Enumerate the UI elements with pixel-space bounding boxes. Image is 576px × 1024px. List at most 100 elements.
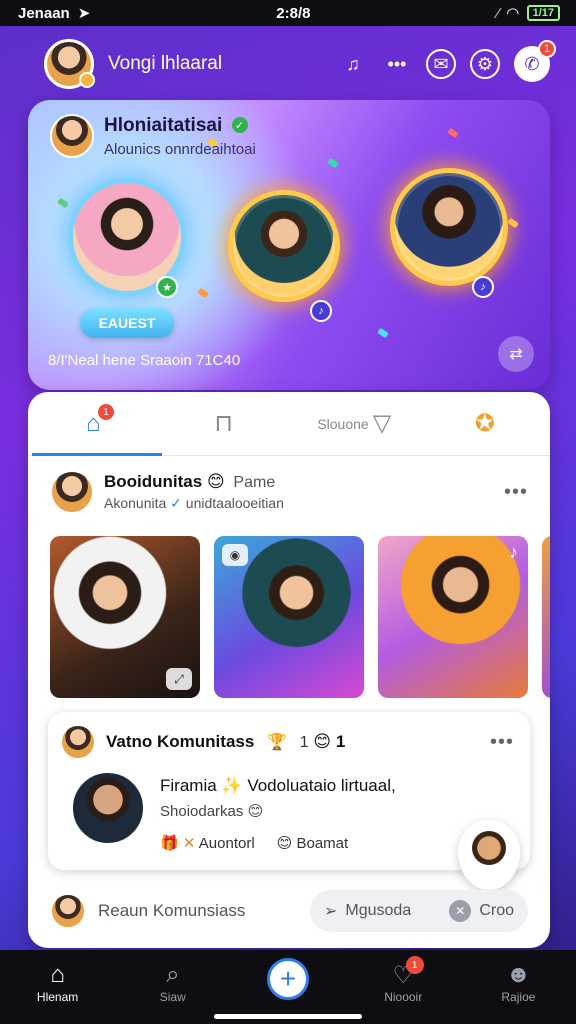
- hero-cta-button[interactable]: EAUEST: [80, 308, 174, 338]
- verified-icon: ✓: [231, 117, 248, 134]
- card-title: Vatno Komunitass: [106, 732, 255, 751]
- nav-badge: 1: [405, 956, 424, 974]
- post-subtitle-extra: unidtaalooeitian: [185, 495, 284, 511]
- more-icon[interactable]: •••: [382, 49, 412, 79]
- tab-slouone[interactable]: Slouone ▽: [289, 392, 420, 455]
- location-arrow-icon: ➤: [77, 5, 91, 22]
- home-indicator: [214, 1014, 362, 1019]
- member-avatar[interactable]: [70, 770, 146, 846]
- gallery-photo[interactable]: ♪: [378, 536, 528, 698]
- music-icon[interactable]: ♫: [338, 49, 368, 79]
- more-options-icon[interactable]: •••: [490, 731, 514, 754]
- nav-notifications-label: Nioooir: [384, 990, 423, 1004]
- user-icon: ☻: [505, 961, 532, 988]
- hero-photo-boy[interactable]: [228, 190, 340, 302]
- post-avatar[interactable]: [50, 470, 94, 514]
- wifi-icon: ◠: [507, 5, 519, 22]
- card-action-1-label: Auontorl: [198, 835, 255, 852]
- emoji-icon: 😊: [313, 732, 332, 751]
- mail-icon[interactable]: ✉: [426, 49, 456, 79]
- notification-badge: 1: [538, 40, 556, 58]
- notifications-button[interactable]: ✆ 1: [514, 40, 556, 82]
- bottom-nav: ⌂ Hlenam ⌕ Siaw + ♡ 1 Nioooir ☻ Rajioe: [0, 950, 576, 1024]
- post-title: Booidunitas: [104, 472, 203, 491]
- nav-create[interactable]: +: [230, 958, 345, 1000]
- gallery-photo[interactable]: ⤢: [50, 536, 200, 698]
- community-card[interactable]: Vatno Komunitass 🏆 1 😊 1 ••• Firamia ✨ V…: [48, 712, 530, 890]
- card-action-1[interactable]: 🎁 ✕ Auontorl: [160, 834, 255, 852]
- comment-button-label: Mgusoda: [345, 902, 412, 919]
- hero-share-button[interactable]: ⇄: [498, 336, 534, 372]
- card-avatar[interactable]: [60, 724, 96, 760]
- tab-label: Slouone: [317, 415, 369, 432]
- user-avatar[interactable]: [44, 39, 95, 89]
- send-icon: ➢: [324, 903, 338, 920]
- expand-icon[interactable]: ⤢: [166, 668, 192, 690]
- card-line2: Shoiodarkas: [160, 803, 244, 820]
- tab-home[interactable]: ⌂ 1: [28, 392, 159, 455]
- user-name: Vongi lhlaaral: [108, 53, 223, 74]
- card-action-2[interactable]: 😊 Boamat: [277, 834, 349, 852]
- emoji-icon: 😊: [206, 472, 225, 491]
- active-tab-indicator: [32, 453, 162, 456]
- trash-icon: ▽: [372, 410, 392, 437]
- card-title-extra: 1: [299, 734, 309, 751]
- status-bar: Jenaan ➤ 2:8/8 ⁄ ◠ 1/17: [0, 0, 576, 26]
- hero-subtitle: Alounics: [104, 140, 161, 158]
- cross-icon: ✕: [182, 835, 196, 852]
- confetti-decor: [377, 327, 389, 339]
- tab-award[interactable]: ✪: [420, 392, 551, 455]
- award-icon: ✪: [474, 410, 495, 437]
- more-options-icon[interactable]: •••: [504, 481, 528, 504]
- feed-tabs: ⌂ 1 ⊓ Slouone ▽ ✪: [28, 392, 550, 456]
- photo-gallery: ⤢ ◉ ♪: [50, 536, 550, 698]
- card-title-extra2: 1: [335, 732, 346, 751]
- hero-subtitle-extra: onnrdeaihtoai: [164, 140, 256, 158]
- feed-panel: ⌂ 1 ⊓ Slouone ▽ ✪ Booidunitas 😊 Pame Ako…: [28, 392, 550, 948]
- card-action-2-label: Boamat: [296, 835, 349, 852]
- carrier-label: Jenaan: [18, 4, 70, 22]
- gallery-photo[interactable]: [542, 536, 550, 698]
- hero-title: Hloniaitatisai: [104, 114, 223, 136]
- nav-search-label: Siaw: [159, 990, 186, 1004]
- hero-avatar[interactable]: [50, 114, 94, 158]
- nav-profile-label: Rajioe: [501, 990, 536, 1004]
- floating-avatar[interactable]: [458, 820, 520, 890]
- comment-send-button[interactable]: ➢ Mgusoda ✕ Croo: [310, 890, 528, 932]
- comment-avatar[interactable]: [50, 893, 86, 929]
- card-line1: Firamia: [160, 776, 217, 795]
- hero-banner[interactable]: Hloniaitatisai ✓ Alounics onnrdeaihtoai …: [28, 100, 550, 390]
- music-note-icon: ♪: [509, 542, 518, 562]
- close-icon[interactable]: ✕: [449, 900, 472, 922]
- photo-badge-icon: ♪: [310, 300, 332, 322]
- confetti-decor: [197, 287, 209, 299]
- hero-photo-woman[interactable]: [390, 168, 508, 286]
- nav-search[interactable]: ⌕ Siaw: [115, 960, 230, 1004]
- battery-icon: 1/17: [526, 5, 560, 21]
- comment-row: Reaun Komunsiass ➢ Mgusoda ✕ Croo: [50, 890, 528, 932]
- status-time: 2:8/8: [276, 4, 311, 22]
- signal-icon: ⁄: [496, 4, 500, 22]
- photo-badge-icon: ♪: [472, 276, 494, 298]
- sparkle-icon: ✨: [221, 776, 243, 795]
- confetti-decor: [507, 217, 519, 229]
- gallery-photo[interactable]: ◉: [214, 536, 364, 698]
- camera-icon: ◉: [222, 544, 248, 566]
- confetti-decor: [327, 157, 339, 169]
- search-icon: ⌕: [166, 961, 180, 988]
- settings-icon[interactable]: ⚙: [470, 49, 500, 79]
- emoji-icon: 😊: [276, 835, 293, 852]
- card-line1-extra: Vodoluataio lirtuaal,: [247, 776, 396, 795]
- chat-icon: ✆: [524, 53, 540, 74]
- post-header: Booidunitas 😊 Pame Akonunita ✓ unidtaalo…: [28, 456, 550, 514]
- nav-notifications[interactable]: ♡ 1 Nioooir: [346, 956, 461, 1004]
- confetti-decor: [57, 197, 69, 209]
- trophy-icon: 🏆: [267, 734, 287, 751]
- tab-lock[interactable]: ⊓: [159, 392, 290, 455]
- nav-profile[interactable]: ☻ Rajioe: [461, 960, 576, 1004]
- comment-label: Reaun Komunsiass: [98, 901, 246, 920]
- photo-badge-icon: ★: [156, 276, 178, 298]
- nav-home[interactable]: ⌂ Hlenam: [0, 960, 115, 1004]
- post-title-extra: Pame: [233, 474, 276, 491]
- plus-icon: +: [267, 958, 309, 1000]
